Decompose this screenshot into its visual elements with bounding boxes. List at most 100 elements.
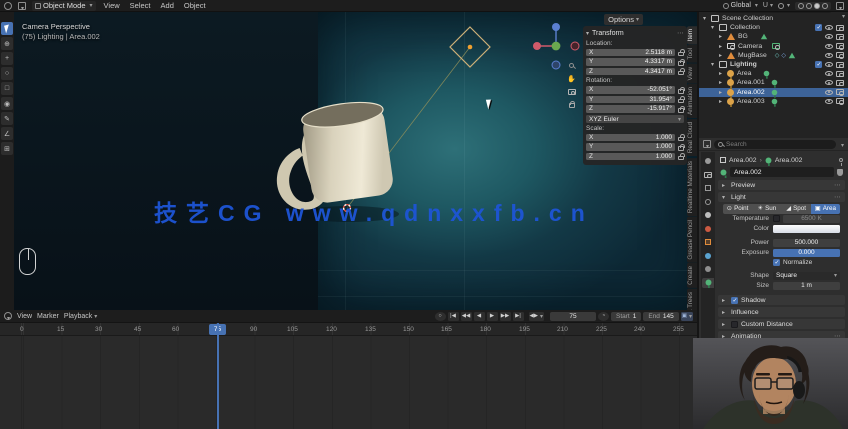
tab-tool-icon[interactable] [702,156,714,166]
panel-menu-icon[interactable] [834,193,841,201]
expand-icon[interactable] [719,98,725,105]
editor-type-icon[interactable] [18,1,26,10]
timeline-menu-view[interactable]: View [17,313,32,320]
scale-x-field[interactable]: X 1.000 [586,133,675,141]
tab-grease-pencil[interactable]: Grease Pencil [687,216,697,263]
current-frame-field[interactable]: 75 [549,311,596,321]
tab-alpha-trees[interactable]: Alpha Trees [687,289,697,310]
pin-icon[interactable] [839,158,843,166]
lock-icon[interactable] [678,68,685,75]
rotation-y-field[interactable]: Y 31.954° [586,95,675,103]
shading-material-icon[interactable] [814,2,820,9]
outliner-row-area-003[interactable]: Area.003 [699,97,848,108]
hide-eye-icon[interactable] [825,25,833,31]
disable-render-icon[interactable] [836,61,844,69]
tab-object-data-icon[interactable] [702,277,714,288]
jump-to-start-button[interactable]: |◀ [447,311,459,321]
frame-end-field[interactable]: End 145 [643,311,679,321]
size-field[interactable]: 1 m [773,281,840,290]
tab-physics-icon[interactable] [702,264,714,274]
timeline-menu-playback[interactable]: Playback [64,313,97,320]
snap-magnet-icon[interactable]: U [763,2,773,9]
outliner-row-camera[interactable]: Camera [699,42,848,51]
mode-selector[interactable]: Object Mode [32,0,96,11]
hide-eye-icon[interactable] [825,98,833,104]
hide-eye-icon[interactable] [825,52,833,58]
lock-icon[interactable] [678,58,685,66]
pan-hand-icon[interactable]: ✋ [566,73,577,84]
tab-tool[interactable]: Tool [687,45,697,63]
outliner-row-scene-collection[interactable]: Scene Collection [699,14,848,23]
tab-object-icon[interactable] [702,237,714,247]
tool-annotate[interactable]: ✎ [1,112,13,125]
options-dropdown[interactable]: Options [604,14,643,25]
tab-render-icon[interactable] [702,170,714,180]
expand-icon[interactable] [719,89,725,96]
expand-icon[interactable] [719,43,725,50]
outliner-row-area[interactable]: Area [699,69,848,80]
exclude-checkbox[interactable] [815,61,822,69]
outliner-row-lighting[interactable]: Lighting [699,60,848,69]
tool-measure[interactable]: ∠ [1,127,13,140]
breadcrumb-object[interactable]: Area.002 [729,157,757,164]
light-type-point[interactable]: ⊙ Point [723,203,753,214]
disable-render-icon[interactable] [836,24,844,32]
disable-render-icon[interactable] [836,98,844,105]
outliner-row-bg[interactable]: BG [699,32,848,41]
panel-custom-distance[interactable]: Custom Distance [718,319,845,329]
exclude-checkbox[interactable] [815,24,822,32]
scale-z-field[interactable]: Z 1.000 [586,152,675,160]
tool-transform[interactable]: ◉ [1,97,13,110]
zoom-icon[interactable] [566,60,577,71]
toggle-perspective-lock-icon[interactable] [566,100,577,111]
outliner-row-mugbase[interactable]: MugBase ◇ ◇ [699,51,848,60]
outliner-row-area-002-selected[interactable]: Area.002 [699,87,848,99]
menu-view[interactable]: View [102,1,122,10]
keying-set-clock-icon[interactable]: ◔ [597,311,609,321]
disable-render-icon[interactable] [836,89,844,96]
expand-icon[interactable] [719,70,725,77]
hide-eye-icon[interactable] [825,34,833,40]
playhead-line[interactable] [217,323,219,429]
tool-rotate[interactable]: ○ [1,67,13,80]
frame-start-field[interactable]: Start 1 [610,311,642,321]
tool-move[interactable]: + [1,52,13,65]
expand-icon[interactable] [711,61,717,68]
camera-view-icon[interactable] [566,86,577,97]
tab-realtime-materials[interactable]: Realtime Materials [687,157,697,216]
custom-distance-checkbox[interactable] [731,320,739,328]
tool-add-cube[interactable]: ⊞ [1,142,13,155]
tab-modifiers-icon[interactable] [702,251,714,261]
proportional-editing-icon[interactable] [777,2,790,9]
disable-render-icon[interactable] [836,33,844,41]
temperature-field[interactable]: 6500 K [783,214,840,223]
light-type-sun[interactable]: ☀ Sun [752,203,782,214]
normalize-checkbox[interactable] [773,259,780,266]
auto-keying-icon[interactable]: ○ [434,311,446,321]
color-swatch[interactable] [773,224,840,233]
lock-icon[interactable] [678,96,685,103]
panel-influence[interactable]: Influence [718,307,845,317]
tool-cursor[interactable]: ⊕ [1,37,13,50]
expand-icon[interactable] [719,33,725,40]
lock-icon[interactable] [678,143,685,151]
expand-icon[interactable] [719,79,725,86]
disable-render-icon[interactable] [836,52,844,59]
transform-panel-header[interactable]: Transform [586,28,684,38]
shape-dropdown[interactable]: Square [773,271,840,280]
shading-rendered-icon[interactable] [822,2,828,9]
prev-keyframe-button[interactable]: ◀◀ [460,311,472,321]
timeline-editor-icon[interactable] [4,312,12,320]
tab-scene-icon[interactable] [702,210,714,220]
outliner-row-area-001[interactable]: Area.001 [699,78,848,89]
tab-world-icon[interactable] [702,224,714,234]
exposure-field[interactable]: 0.000 [773,248,840,257]
panel-shadow[interactable]: Shadow [718,295,845,305]
panel-menu-icon[interactable] [834,181,841,189]
disable-render-icon[interactable] [836,70,844,78]
temperature-checkbox[interactable] [773,215,780,222]
shading-wireframe-icon[interactable] [798,2,804,9]
hide-eye-icon[interactable] [825,89,833,95]
3d-viewport[interactable]: Camera Perspective (75) Lighting | Area.… [14,12,697,310]
blender-logo-icon[interactable] [4,1,12,10]
